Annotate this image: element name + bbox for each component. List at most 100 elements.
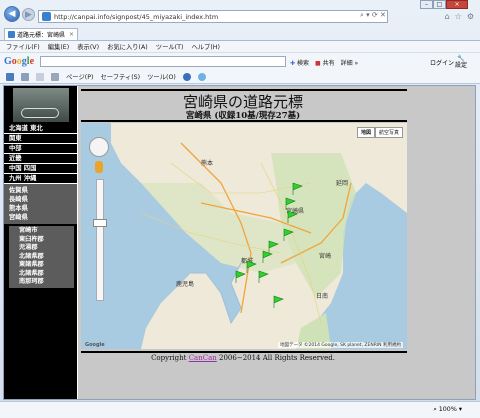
minimize-button[interactable]: –: [420, 0, 433, 9]
safety-menu[interactable]: セーフティ(S): [100, 72, 140, 81]
map-canvas: 熊本 宮崎県 鹿児島 宮崎 日南 延岡 都城: [111, 123, 407, 349]
zoom-slider-knob[interactable]: [93, 219, 107, 227]
mail-icon[interactable]: [36, 72, 44, 81]
nav-muni-koyu[interactable]: 児湯郡: [9, 244, 74, 253]
google-toolbar: Google ✚ 検索 ■ 共有 詳細 » ログイン 🔧 設定: [0, 52, 480, 71]
copyright-suffix: 2006−2014 All Rights Reserved.: [219, 354, 335, 362]
map-footer: Google 地図データ ©2014 Google, SK planet, ZE…: [81, 341, 407, 349]
header-photo: [13, 88, 69, 122]
menu-file[interactable]: ファイル(F): [6, 42, 40, 51]
map-terms-link[interactable]: 利用規約: [383, 343, 401, 348]
zoom-level[interactable]: ⌕ 100% ▾: [433, 406, 462, 414]
nav-muni-minaminaka[interactable]: 南那珂郡: [9, 278, 74, 287]
browser-window: ◀ ▶ http://canpai.info/signpost/45_miyaz…: [0, 0, 480, 418]
back-button[interactable]: ◀: [4, 6, 20, 22]
close-button[interactable]: ×: [446, 0, 468, 9]
menu-view[interactable]: 表示(V): [77, 42, 99, 51]
nav-region-kyushu-okinawa[interactable]: 九州 沖縄: [4, 174, 77, 184]
nav-muni-miyazaki-city[interactable]: 宮崎市: [9, 227, 74, 236]
web-page: 北海道 東北 関東 中部 近畿 中国 四国 九州 沖縄 佐賀県 長崎県 熊本県 …: [3, 85, 476, 400]
wrench-icon: 🔧: [457, 55, 465, 62]
login-link[interactable]: ログイン: [430, 58, 454, 67]
tools-menu[interactable]: ツール(O): [147, 72, 176, 81]
map-label-miyazaki: 宮崎: [319, 252, 331, 260]
left-navigation: 北海道 東北 関東 中部 近畿 中国 四国 九州 沖縄 佐賀県 長崎県 熊本県 …: [4, 86, 77, 399]
tab-close-icon[interactable]: ×: [69, 31, 74, 38]
google-map-logo: Google: [85, 342, 105, 348]
map-label-kagoshima: 鹿児島: [176, 280, 194, 288]
zoom-slider[interactable]: [96, 179, 104, 301]
nav-region-chugoku-shikoku[interactable]: 中国 四国: [4, 164, 77, 174]
settings-label: 設定: [455, 62, 468, 69]
map-label-nichinan: 日南: [316, 292, 328, 300]
maximize-button[interactable]: □: [433, 0, 446, 9]
copyright-link[interactable]: CanCan: [189, 354, 217, 362]
menu-tools[interactable]: ツール(T): [156, 42, 184, 51]
nav-region-kanto[interactable]: 関東: [4, 134, 77, 144]
share-label: 共有: [322, 60, 335, 67]
magnifier-icon: ⌕: [433, 406, 437, 413]
forward-button[interactable]: ▶: [22, 8, 35, 21]
more-button[interactable]: 詳細 »: [341, 58, 359, 67]
nav-region-hokkaido-tohoku[interactable]: 北海道 東北: [4, 124, 77, 134]
favorites-add-icon[interactable]: [6, 72, 14, 81]
help-icon[interactable]: [182, 72, 191, 81]
window-controls: – □ ×: [420, 0, 468, 9]
favicon-icon: [42, 12, 51, 21]
tab-active[interactable]: 道路元標：宮崎県 ×: [4, 28, 78, 40]
tab-title: 道路元標：宮崎県: [17, 32, 66, 39]
pan-control[interactable]: [89, 137, 109, 157]
gear-icon[interactable]: ⚙: [467, 12, 474, 21]
share-button[interactable]: ■ 共有: [315, 58, 335, 67]
map-label-kumamoto: 熊本: [201, 159, 213, 167]
map-attribution: 地図データ ©2014 Google, SK planet, ZENRIN 利用…: [278, 342, 403, 348]
address-bar[interactable]: http://canpai.info/signpost/45_miyazaki_…: [38, 10, 388, 23]
google-search-button[interactable]: ✚ 検索: [290, 58, 309, 67]
menu-favorites[interactable]: お気に入り(A): [107, 42, 148, 51]
menu-help[interactable]: ヘルプ(H): [191, 42, 220, 51]
zoom-level-value: 100%: [438, 406, 457, 413]
nav-muni-higashiusuki[interactable]: 東臼杵郡: [9, 236, 74, 245]
google-search-input[interactable]: [40, 56, 286, 67]
google-map[interactable]: 熊本 宮崎県 鹿児島 宮崎 日南 延岡 都城 地図 航空写真: [81, 123, 407, 349]
address-actions[interactable]: ⌕ ▾ ⟳ ✕: [360, 11, 386, 20]
map-type-map-button[interactable]: 地図: [356, 127, 375, 138]
map-type-satellite-button[interactable]: 航空写真: [374, 127, 403, 138]
nav-pref-kumamoto[interactable]: 熊本県: [4, 204, 77, 213]
prefecture-group: 佐賀県 長崎県 熊本県 宮崎県: [4, 184, 77, 224]
browser-toolbar-icons: ⌂ ☆ ⚙: [445, 12, 474, 21]
nav-muni-kitamorokata[interactable]: 北諸県郡: [9, 253, 74, 262]
map-attribution-text: 地図データ ©2014 Google, SK planet, ZENRIN: [280, 343, 382, 348]
address-row: ◀ ▶ http://canpai.info/signpost/45_miyaz…: [0, 0, 480, 28]
nav-pref-saga[interactable]: 佐賀県: [4, 186, 77, 195]
nav-muni-higashimorokata[interactable]: 東諸県郡: [9, 261, 74, 270]
copyright: Copyright CanCan 2006−2014 All Rights Re…: [78, 354, 408, 362]
command-bar: ページ(P) セーフティ(S) ツール(O): [0, 70, 480, 84]
favorites-star-icon[interactable]: ☆: [455, 12, 462, 21]
share-icon: ■: [314, 60, 321, 67]
zoom-dropdown-icon: ▾: [458, 406, 462, 413]
status-bar: ⌕ 100% ▾: [0, 401, 480, 418]
nav-pref-miyazaki[interactable]: 宮崎県: [4, 213, 77, 222]
print-icon[interactable]: [51, 72, 59, 81]
page-menu[interactable]: ページ(P): [66, 72, 93, 81]
nav-muni-kitamorokata-2[interactable]: 北諸県郡: [9, 270, 74, 279]
home-icon[interactable]: ⌂: [445, 12, 450, 21]
region-list: 北海道 東北 関東 中部 近畿 中国 四国 九州 沖縄 佐賀県 長崎県 熊本県 …: [4, 124, 77, 288]
nav-region-kinki[interactable]: 近畿: [4, 154, 77, 164]
streetview-pegman-icon[interactable]: [95, 161, 103, 173]
settings-button[interactable]: 🔧 設定: [455, 55, 467, 69]
search-icon: ✚: [290, 60, 296, 67]
google-toolbar-actions: ✚ 検索 ■ 共有 詳細 »: [290, 58, 358, 67]
menu-bar: ファイル(F) 編集(E) 表示(V) お気に入り(A) ツール(T) ヘルプ(…: [0, 41, 480, 52]
feeds-icon[interactable]: [21, 72, 29, 81]
nav-region-chubu[interactable]: 中部: [4, 144, 77, 154]
google-search-label: 検索: [296, 60, 309, 67]
rule-bottom: [81, 351, 407, 353]
tab-favicon-icon: [8, 31, 15, 38]
nav-pref-nagasaki[interactable]: 長崎県: [4, 195, 77, 204]
skype-icon[interactable]: [197, 72, 206, 81]
menu-edit[interactable]: 編集(E): [48, 42, 70, 51]
main-content: 宮崎県の道路元標 宮崎県 (収録10基/現存27基) 熊本 宮崎県 鹿児島 宮崎…: [78, 86, 475, 399]
copyright-prefix: Copyright: [151, 354, 187, 362]
